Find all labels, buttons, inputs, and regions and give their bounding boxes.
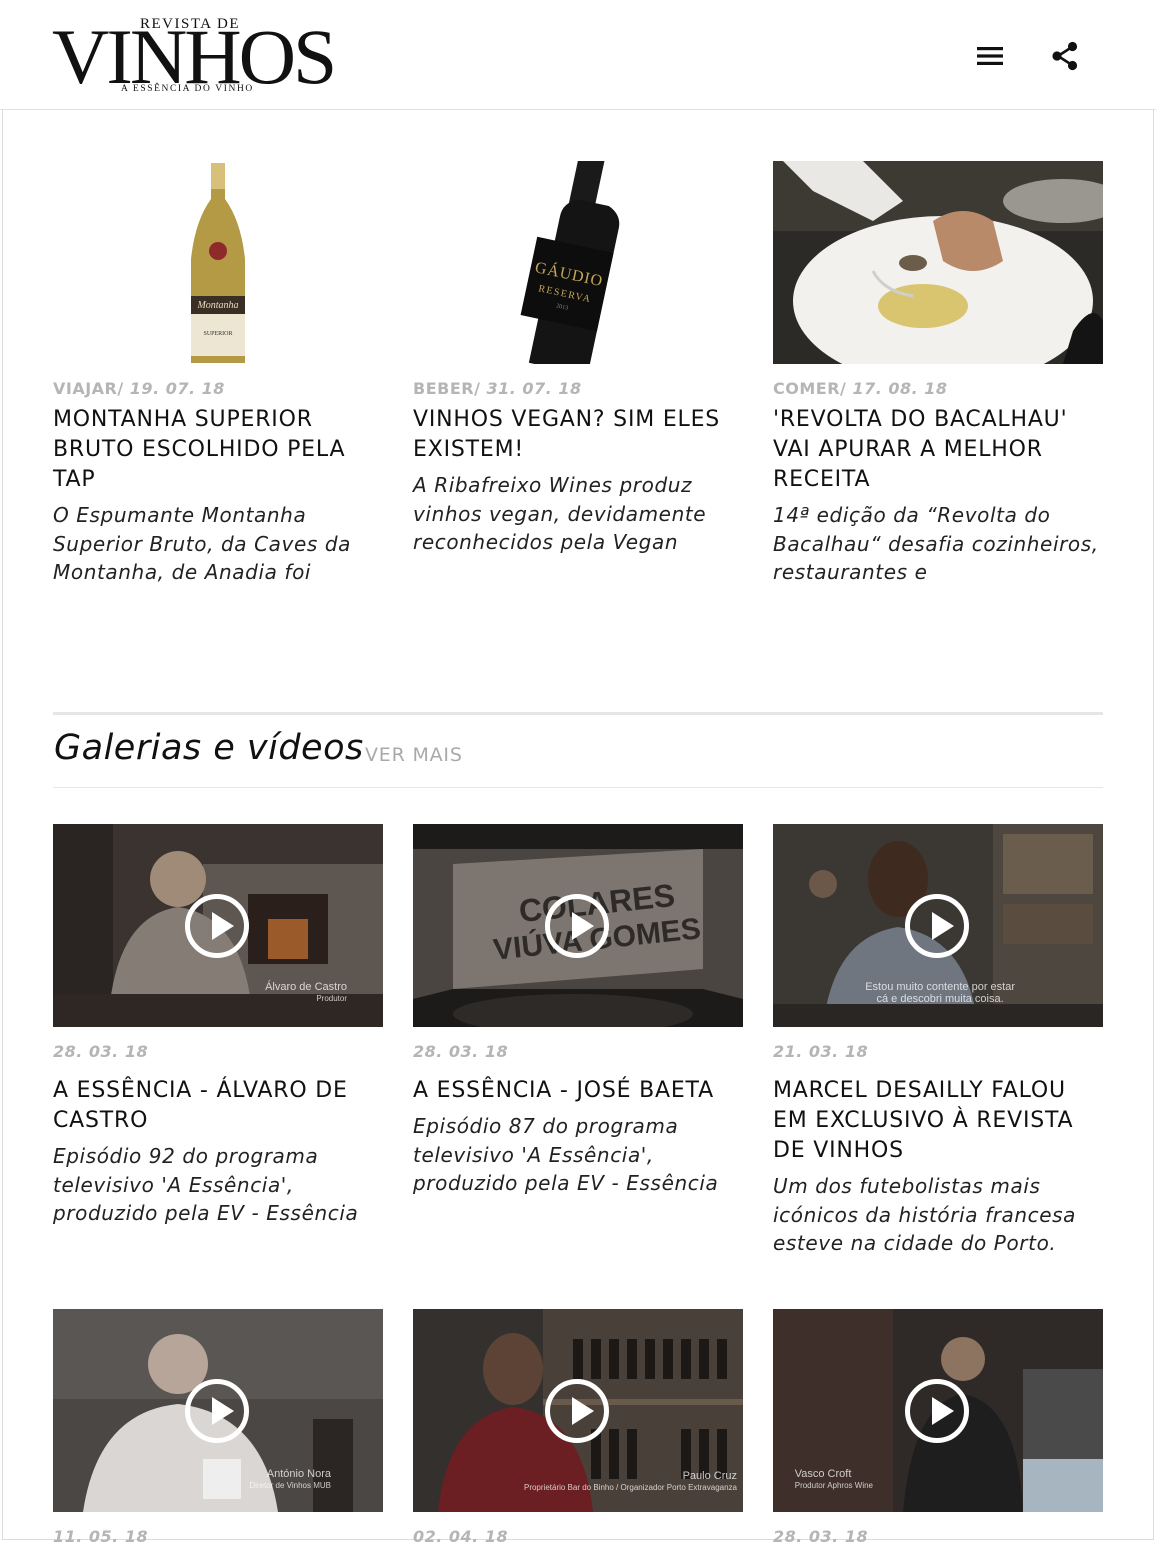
logo-tagline: A ESSÊNCIA DO VINHO — [118, 84, 257, 94]
play-icon[interactable] — [905, 1379, 969, 1443]
video-card[interactable]: António Nora Diretor de Vinhos MUB 11. 05… — [53, 1309, 383, 1546]
play-icon[interactable] — [545, 1379, 609, 1443]
site-logo[interactable]: REVISTA DE VINHOS A ESSÊNCIA DO VINHO — [52, 14, 337, 100]
video-date: 28. 03. 18 — [773, 1527, 869, 1546]
video-meta: 28. 03. 18 — [53, 1042, 148, 1061]
video-thumbnail[interactable]: Paulo Cruz Proprietário Bar do Binho / Or… — [413, 1309, 743, 1512]
article-meta: BEBER/ 31. 07. 18 — [413, 379, 582, 398]
menu-icon[interactable] — [970, 36, 1010, 76]
caption-role: Produtor — [316, 994, 347, 1003]
video-title[interactable]: A ESSÊNCIA - JOSÉ BAETA — [413, 1076, 743, 1106]
article-title[interactable]: 'REVOLTA DO BACALHAU' VAI APURAR A MELHO… — [773, 405, 1103, 495]
video-card[interactable]: Estou muito contente por estar cá e desco… — [773, 824, 1103, 1264]
video-meta: 02. 04. 18 — [413, 1527, 508, 1546]
video-thumbnail[interactable]: António Nora Diretor de Vinhos MUB — [53, 1309, 383, 1512]
video-date: 28. 03. 18 — [413, 1042, 509, 1061]
section-title: Galerias e vídeos — [54, 728, 364, 768]
caption-line: Estou muito contente por estar — [865, 981, 1015, 993]
video-excerpt: Episódio 92 do programa televisivo 'A Es… — [53, 1144, 359, 1225]
video-meta: 28. 03. 18 — [773, 1527, 868, 1546]
article-card[interactable]: GÁUDIO RESERVA 2013 BEBER/ 31. 07. 18 VI… — [413, 161, 743, 591]
caption-name: Vasco Croft — [794, 1468, 852, 1480]
video-caption: Paulo Cruz Proprietário Bar do Binho / Or… — [524, 1470, 737, 1494]
caption-line: cá e descobri muita coisa. — [876, 993, 1004, 1005]
article-title[interactable]: VINHOS VEGAN? SIM ELES EXISTEM! — [413, 405, 743, 465]
video-date: 02. 04. 18 — [413, 1527, 509, 1546]
article-category[interactable]: BEBER/ — [413, 379, 480, 398]
video-caption: Estou muito contente por estar cá e desco… — [865, 981, 1015, 1005]
article-date: 19. 07. 18 — [129, 379, 225, 398]
video-thumbnail[interactable]: Estou muito contente por estar cá e desco… — [773, 824, 1103, 1027]
video-caption: Vasco Croft Produtor Aphros Wine — [795, 1468, 873, 1492]
article-card[interactable]: COMER/ 17. 08. 18 'REVOLTA DO BACALHAU' … — [773, 161, 1103, 591]
article-excerpt: 14ª edição da “Revolta do Bacalhau“ desa… — [773, 503, 1099, 584]
video-caption: Álvaro de Castro Produtor — [265, 981, 347, 1005]
section-divider — [53, 787, 1103, 788]
video-excerpt: Episódio 87 do programa televisivo 'A Es… — [413, 1114, 719, 1195]
caption-role: Diretor de Vinhos MUB — [249, 1481, 331, 1490]
video-card[interactable]: COLARES VIÚVA GOMES 28. 03. 18 A ESSÊNCI… — [413, 824, 743, 1234]
video-thumbnail[interactable]: COLARES VIÚVA GOMES — [413, 824, 743, 1027]
video-title[interactable]: A ESSÊNCIA - ÁLVARO DE CASTRO — [53, 1076, 383, 1136]
article-image[interactable] — [773, 161, 1103, 364]
video-date: 28. 03. 18 — [53, 1042, 149, 1061]
video-thumbnail[interactable]: Vasco Croft Produtor Aphros Wine — [773, 1309, 1103, 1512]
caption-name: António Nora — [266, 1468, 331, 1480]
video-card[interactable]: Paulo Cruz Proprietário Bar do Binho / Or… — [413, 1309, 743, 1546]
site-header: REVISTA DE VINHOS A ESSÊNCIA DO VINHO — [0, 0, 1156, 110]
play-icon[interactable] — [905, 894, 969, 958]
video-caption: António Nora Diretor de Vinhos MUB — [249, 1468, 331, 1492]
article-excerpt: O Espumante Montanha Superior Bruto, da … — [53, 503, 351, 584]
video-excerpt: Um dos futebolistas mais icónicos da his… — [773, 1174, 1077, 1255]
article-image[interactable]: Montanha SUPERIOR — [53, 161, 383, 364]
video-meta: 28. 03. 18 — [413, 1042, 508, 1061]
caption-role: Proprietário Bar do Binho / Organizador … — [523, 1483, 737, 1492]
see-more-link[interactable]: VER MAIS — [365, 744, 463, 766]
play-icon[interactable] — [185, 894, 249, 958]
share-icon[interactable] — [1045, 36, 1085, 76]
caption-role: Produtor Aphros Wine — [794, 1481, 873, 1490]
video-date: 11. 05. 18 — [53, 1527, 149, 1546]
video-thumbnail[interactable]: Álvaro de Castro Produtor — [53, 824, 383, 1027]
article-meta: COMER/ 17. 08. 18 — [773, 379, 948, 398]
article-date: 31. 07. 18 — [486, 379, 582, 398]
section-divider — [53, 712, 1103, 715]
caption-name: Álvaro de Castro — [265, 981, 347, 993]
video-card[interactable]: Álvaro de Castro Produtor 28. 03. 18 A ES… — [53, 824, 383, 1234]
caption-name: Paulo Cruz — [682, 1470, 737, 1482]
article-category[interactable]: VIAJAR/ — [53, 379, 124, 398]
article-category[interactable]: COMER/ — [773, 379, 846, 398]
bottle-label-sub: SUPERIOR — [203, 331, 232, 337]
play-icon[interactable] — [185, 1379, 249, 1443]
article-image[interactable]: GÁUDIO RESERVA 2013 — [413, 161, 743, 364]
article-excerpt: A Ribafreixo Wines produz vinhos vegan, … — [413, 473, 707, 554]
article-meta: VIAJAR/ 19. 07. 18 — [53, 379, 225, 398]
video-meta: 11. 05. 18 — [53, 1527, 148, 1546]
bottle-label-text: Montanha — [196, 300, 238, 311]
video-card[interactable]: Vasco Croft Produtor Aphros Wine 28. 03. … — [773, 1309, 1103, 1546]
play-icon[interactable] — [545, 894, 609, 958]
video-title[interactable]: MARCEL DESAILLY FALOU EM EXCLUSIVO À REV… — [773, 1076, 1103, 1166]
article-date: 17. 08. 18 — [852, 379, 948, 398]
article-card[interactable]: Montanha SUPERIOR VIAJAR/ 19. 07. 18 MON… — [53, 161, 383, 591]
video-meta: 21. 03. 18 — [773, 1042, 868, 1061]
video-date: 21. 03. 18 — [773, 1042, 869, 1061]
article-title[interactable]: MONTANHA SUPERIOR BRUTO ESCOLHIDO PELA T… — [53, 405, 383, 495]
